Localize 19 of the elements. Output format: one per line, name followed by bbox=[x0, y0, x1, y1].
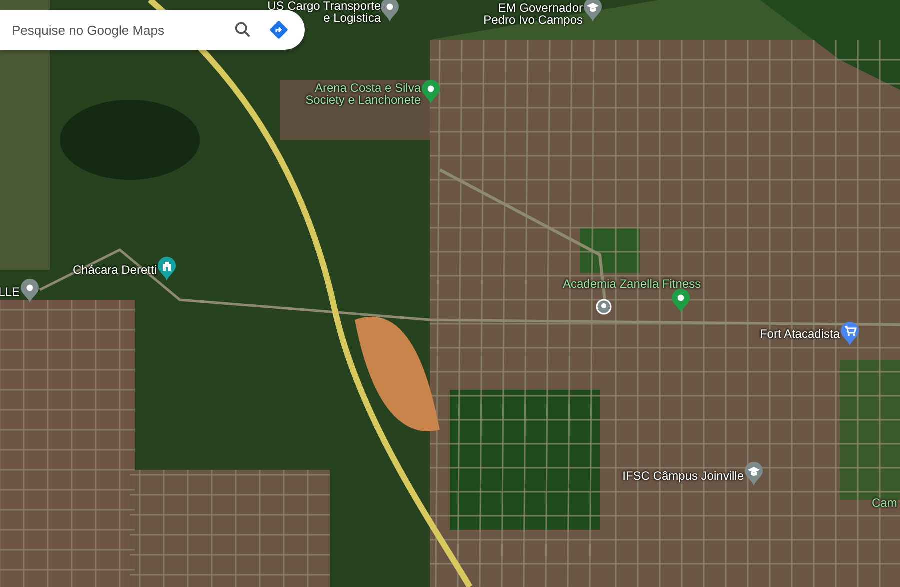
map-pin-icon[interactable] bbox=[421, 80, 441, 104]
search-bar[interactable]: Pesquise no Google Maps bbox=[0, 10, 305, 50]
location-pin-icon[interactable] bbox=[596, 299, 612, 315]
place-label[interactable]: Academia Zanella Fitness bbox=[563, 278, 702, 290]
place-label[interactable]: Fort Atacadista bbox=[760, 328, 840, 340]
satellite-map-drawing[interactable] bbox=[0, 0, 900, 587]
search-field[interactable]: Pesquise no Google Maps bbox=[12, 22, 221, 38]
school-pin-icon[interactable] bbox=[583, 0, 603, 22]
place-label[interactable]: Cam bbox=[872, 497, 898, 509]
cart-pin-icon[interactable] bbox=[840, 322, 860, 346]
place-label[interactable]: EM Governador Pedro Ivo Campos bbox=[484, 2, 583, 26]
building-pin-icon[interactable] bbox=[157, 257, 177, 281]
school-pin-icon[interactable] bbox=[744, 462, 764, 486]
place-label[interactable]: IFSC Câmpus Joinville bbox=[622, 470, 744, 482]
place-label[interactable]: LLE bbox=[0, 286, 20, 298]
map-pin-icon[interactable] bbox=[20, 279, 40, 303]
map-pin-icon[interactable] bbox=[671, 289, 691, 313]
map-pin-icon[interactable] bbox=[380, 0, 400, 22]
place-label[interactable]: Chácara Deretti bbox=[72, 264, 157, 276]
